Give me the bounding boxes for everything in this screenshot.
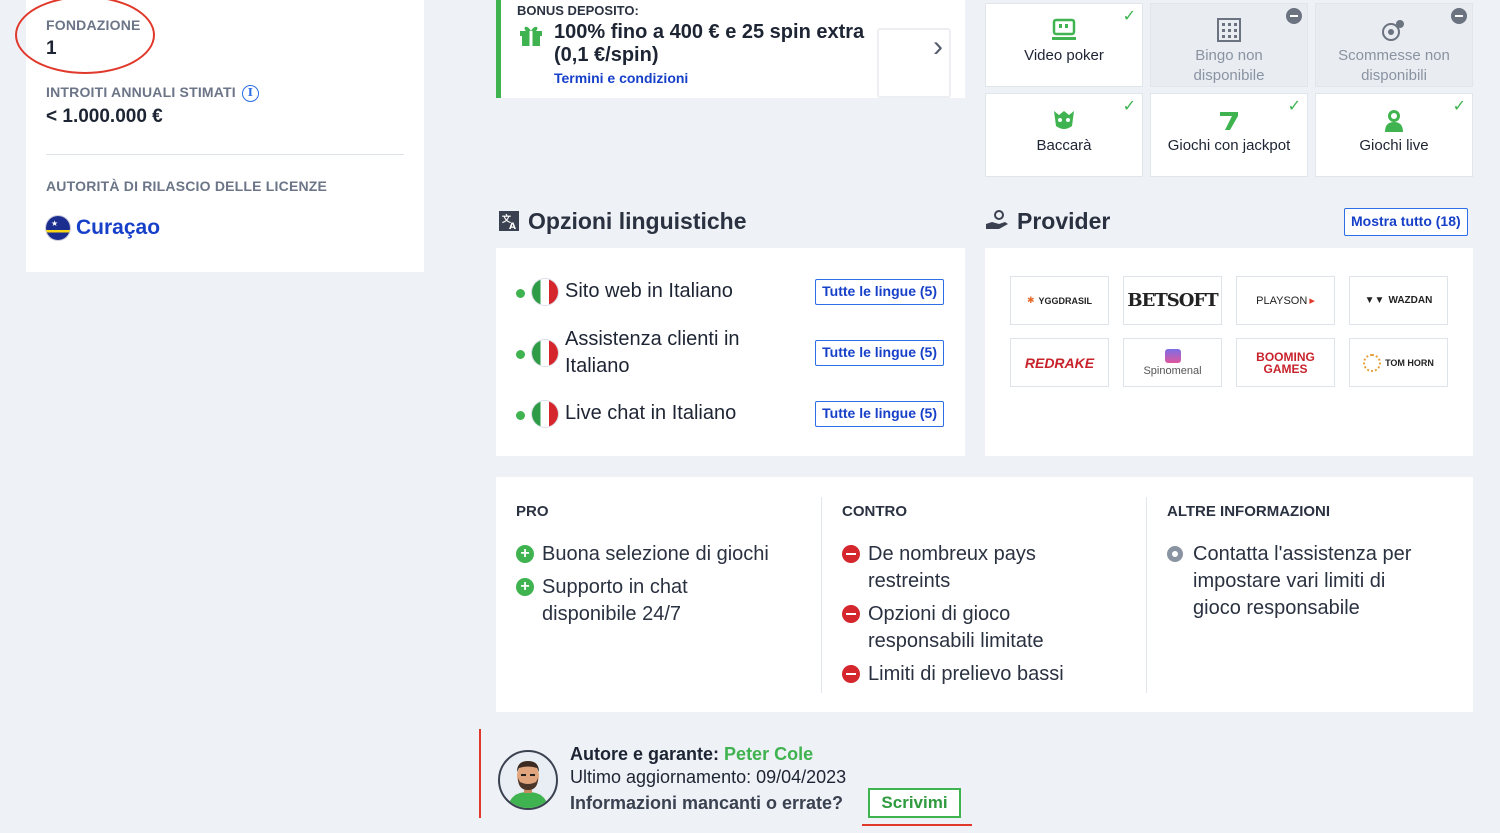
gift-icon: [520, 26, 542, 46]
betting-icon: [1382, 20, 1404, 41]
languages-card: Sito web in Italiano Tutte le lingue (5)…: [496, 248, 965, 456]
italy-flag-icon: [532, 340, 558, 366]
provider-logo-tom-horn[interactable]: TOM HORN: [1349, 338, 1448, 387]
terms-link[interactable]: Termini e condizioni: [554, 70, 688, 86]
bonus-label: BONUS DEPOSITO:: [517, 3, 639, 18]
status-dot: [516, 350, 525, 359]
provider-logo-yggdrasil[interactable]: ✱ YGGDRASIL: [1010, 276, 1109, 325]
providers-card: ✱ YGGDRASIL BETSOFT PLAYSON ▸ ▼▼ WAZDAN RED…: [985, 248, 1473, 456]
avatar: [498, 750, 558, 810]
license-label: AUTORITÀ DI RILASCIO DELLE LICENZE: [46, 178, 328, 194]
missing-info-text: Informazioni mancanti o errate?: [570, 793, 844, 813]
provider-logo-booming-games[interactable]: BOOMING GAMES: [1236, 338, 1335, 387]
language-row-text: Sito web in Italiano: [565, 280, 733, 302]
game-tile-bingo: Bingo non disponibile: [1150, 3, 1308, 87]
providers-heading: Provider: [985, 208, 1110, 235]
con-item: De nombreux pays restreints: [842, 541, 1092, 595]
provider-logo-redrake[interactable]: REDRAKE: [1010, 338, 1109, 387]
bonus-title: 100% fino a 400 € e 25 spin extra (0,1 €…: [554, 21, 865, 66]
show-all-providers-button[interactable]: Mostra tutto (18): [1344, 208, 1468, 236]
check-icon: ✓: [1122, 98, 1136, 115]
minus-icon: [842, 545, 860, 563]
italy-flag-icon: [532, 401, 558, 427]
provider-logo-spinomenal[interactable]: Spinomenal: [1123, 338, 1222, 387]
unavailable-icon: [1451, 8, 1467, 24]
baccarat-icon: [1054, 111, 1074, 129]
minus-icon: [842, 605, 860, 623]
chevron-right-icon[interactable]: ›: [933, 30, 943, 64]
language-row-text: Assistenza clienti in Italiano: [565, 328, 740, 377]
minus-icon: [842, 665, 860, 683]
license-link[interactable]: Curaçao: [46, 216, 160, 241]
game-tile-label: Bingo non disponibile: [1193, 47, 1265, 84]
author-line: Autore e garante: Peter Cole: [570, 744, 814, 764]
annotation-underline: [862, 824, 972, 826]
game-tile-label: Baccarà: [1036, 137, 1092, 154]
column-divider: [821, 497, 822, 693]
game-tile-baccarat[interactable]: ✓ Baccarà: [985, 93, 1143, 177]
all-languages-button[interactable]: Tutte le lingue (5): [815, 279, 944, 305]
game-tile-betting: Scommesse non disponibili: [1315, 3, 1473, 87]
game-tile-label: Giochi live: [1359, 137, 1429, 154]
pros-heading: PRO: [516, 503, 549, 520]
location-pin-icon: [1167, 546, 1183, 562]
pro-item: + Buona selezione di giochi: [516, 541, 806, 568]
bonus-card[interactable]: BONUS DEPOSITO: 100% fino a 400 € e 25 s…: [496, 0, 965, 98]
other-info-item: Contatta l'assistenza per impostare vari…: [1167, 541, 1437, 622]
pro-item: + Supporto in chat disponibile 24/7: [516, 574, 736, 628]
revenue-value: < 1.000.000 €: [46, 106, 163, 127]
languages-heading: 文 A Opzioni linguistiche: [498, 208, 747, 235]
game-tile-live[interactable]: ✓ Giochi live: [1315, 93, 1473, 177]
status-dot: [516, 289, 525, 298]
svg-text:A: A: [509, 222, 516, 232]
con-item: Limiti di prelievo bassi: [842, 661, 1132, 688]
other-info-column: ALTRE INFORMAZIONI Contatta l'assistenza…: [1167, 477, 1467, 712]
language-row: Assistenza clienti in Italiano Tutte le …: [514, 326, 954, 382]
live-games-icon: [1385, 110, 1403, 132]
author-name-link[interactable]: Peter Cole: [724, 744, 813, 764]
write-me-button[interactable]: Scrivimi: [868, 788, 961, 818]
provider-logo-wazdan[interactable]: ▼▼ WAZDAN: [1349, 276, 1448, 325]
status-dot: [516, 411, 525, 420]
provider-logo-betsoft[interactable]: BETSOFT: [1123, 276, 1222, 325]
video-poker-icon: [1052, 18, 1076, 40]
bingo-icon: [1217, 18, 1241, 42]
column-divider: [1146, 497, 1147, 693]
language-row-text: Live chat in Italiano: [565, 402, 737, 424]
all-languages-button[interactable]: Tutte le lingue (5): [815, 401, 944, 427]
all-languages-button[interactable]: Tutte le lingue (5): [815, 340, 944, 366]
check-icon: ✓: [1287, 98, 1301, 115]
jackpot-icon: [1220, 112, 1238, 130]
provider-logo-playson[interactable]: PLAYSON ▸: [1236, 276, 1335, 325]
curacao-flag-icon: [46, 216, 70, 241]
game-tile-label: Video poker: [1024, 47, 1104, 64]
game-tile-label: Scommesse non disponibili: [1338, 47, 1450, 84]
game-tile-video-poker[interactable]: ✓ Video poker: [985, 3, 1143, 87]
game-tile-label: Giochi con jackpot: [1167, 137, 1291, 154]
con-item: Opzioni di gioco responsabili limitate: [842, 601, 1092, 655]
check-icon: ✓: [1122, 8, 1136, 25]
plus-icon: +: [516, 578, 534, 596]
provider-hand-icon: [986, 210, 1008, 229]
cons-heading: CONTRO: [842, 503, 907, 520]
language-row: Live chat in Italiano Tutte le lingue (5…: [514, 400, 954, 428]
annotation-bar: [479, 729, 481, 818]
last-updated: Ultimo aggiornamento: 09/04/2023: [570, 767, 847, 787]
pros-column: PRO + Buona selezione di giochi + Supporto…: [516, 477, 816, 712]
unavailable-icon: [1286, 8, 1302, 24]
plus-icon: +: [516, 545, 534, 563]
check-icon: ✓: [1452, 98, 1466, 115]
author-portrait-icon: [508, 761, 548, 808]
italy-flag-icon: [532, 279, 558, 305]
revenue-label: INTROITI ANNUALI STIMATI i: [46, 84, 259, 102]
pros-cons-card: PRO + Buona selezione di giochi + Supporto…: [496, 477, 1473, 712]
other-info-heading: ALTRE INFORMAZIONI: [1167, 503, 1331, 520]
cons-column: CONTRO De nombreux pays restreints Opzio…: [842, 477, 1142, 712]
translate-icon: 文A: [499, 211, 519, 232]
info-icon[interactable]: i: [241, 85, 259, 102]
divider: [46, 154, 404, 155]
game-tile-jackpot[interactable]: ✓ Giochi con jackpot: [1150, 93, 1308, 177]
language-row: Sito web in Italiano Tutte le lingue (5): [514, 278, 954, 306]
